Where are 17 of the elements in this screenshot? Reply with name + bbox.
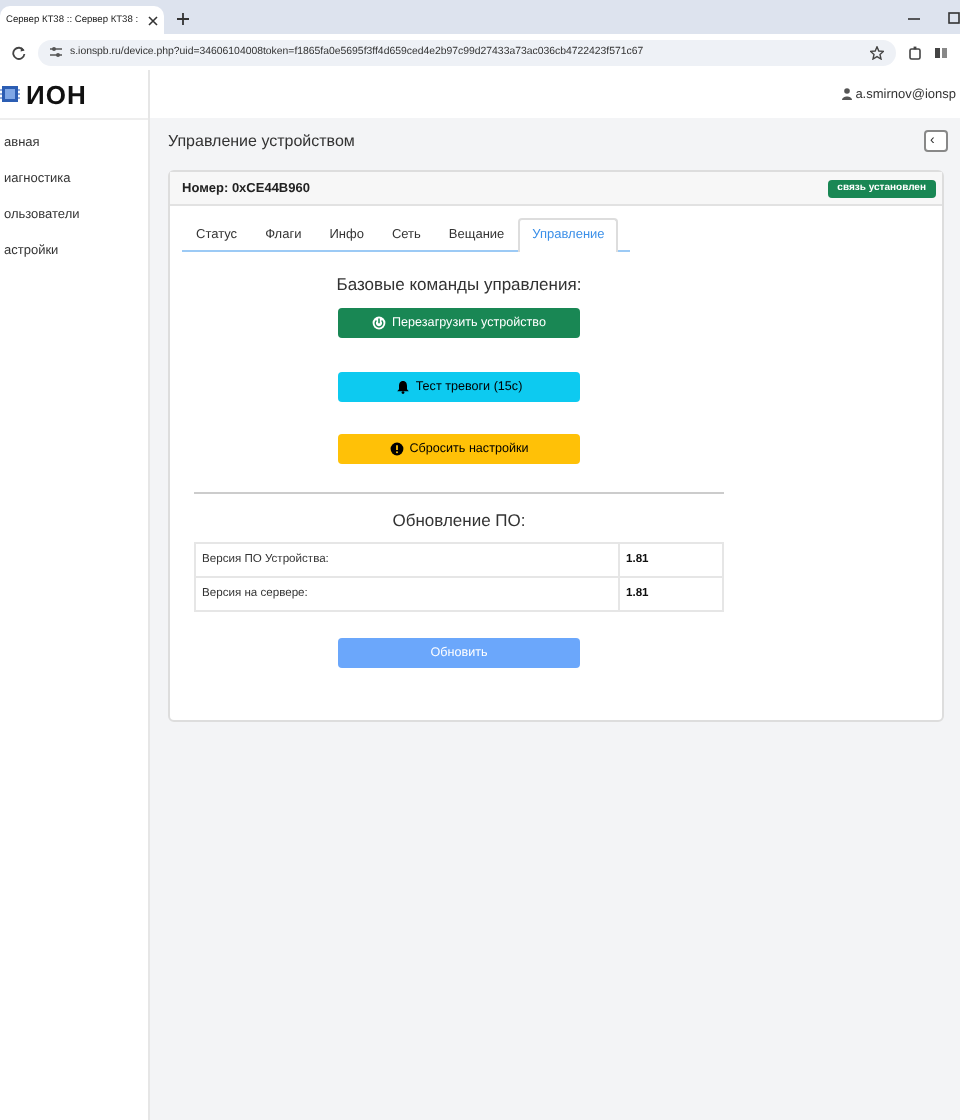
site-settings-icon[interactable]: [50, 46, 62, 58]
page-title: Управление устройством: [168, 131, 355, 149]
section-heading: Обновление ПО:: [392, 510, 526, 530]
plus-icon[interactable]: [176, 12, 190, 26]
extension-icon[interactable]: [908, 45, 922, 59]
chip-logo-icon: [0, 82, 20, 106]
maximize-icon[interactable]: [948, 12, 960, 24]
power-icon: [372, 316, 387, 330]
star-icon[interactable]: [870, 45, 884, 59]
close-icon[interactable]: [148, 15, 158, 25]
bell-icon: [395, 380, 410, 394]
logo-text: ИОН: [26, 79, 87, 109]
minimize-icon[interactable]: [908, 12, 920, 24]
exclamation-icon: [389, 442, 404, 456]
user-icon: [841, 88, 852, 100]
section-heading: Базовые команды управления:: [336, 274, 582, 294]
reload-icon[interactable]: [12, 45, 26, 59]
